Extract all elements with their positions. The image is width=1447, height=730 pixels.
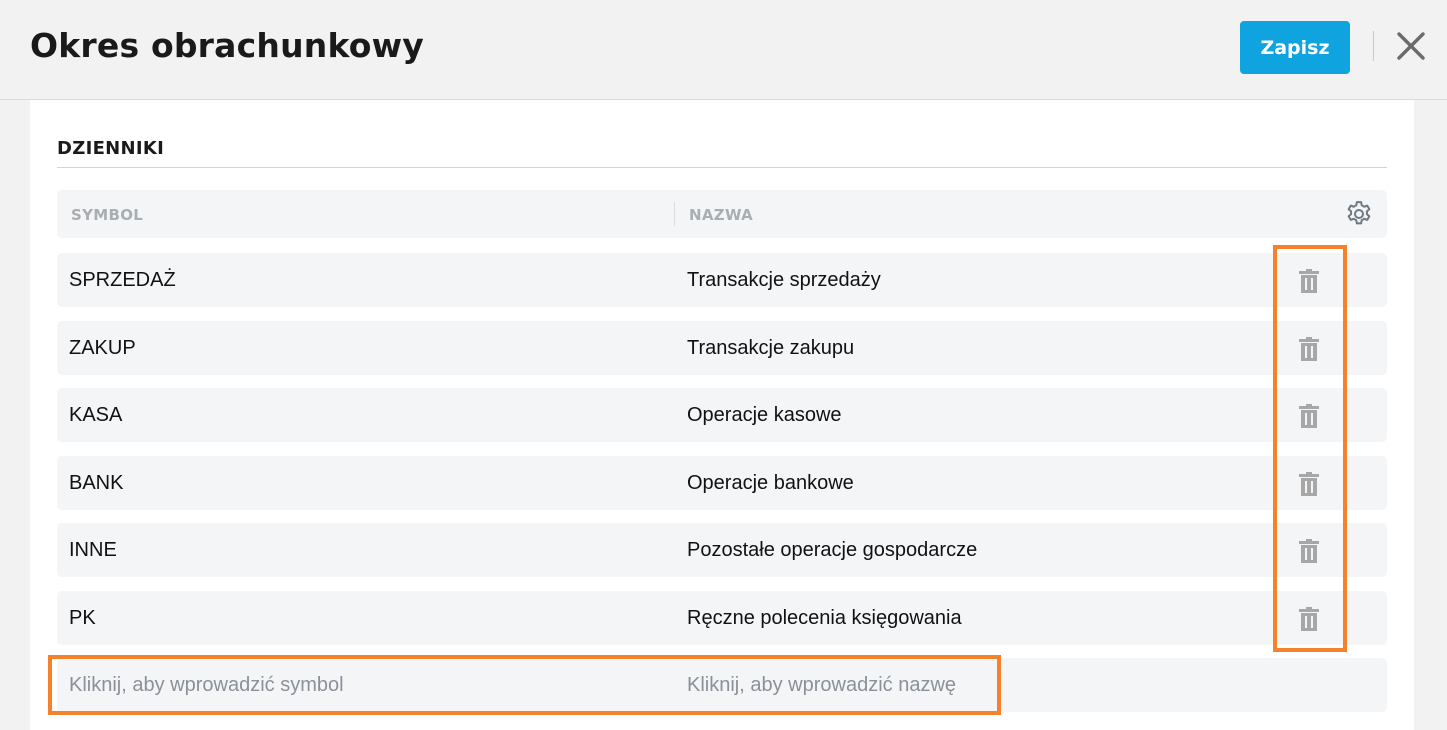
dialog-header: Okres obrachunkowy Zapisz: [0, 0, 1447, 100]
cell-nazwa[interactable]: Operacje bankowe: [687, 472, 854, 495]
cell-symbol[interactable]: SPRZEDAŻ: [69, 269, 176, 292]
cell-symbol[interactable]: KASA: [69, 404, 122, 427]
cell-nazwa[interactable]: Ręczne polecenia księgowania: [687, 607, 962, 630]
cell-nazwa[interactable]: Pozostałe operacje gospodarcze: [687, 539, 977, 562]
section-title: DZIENNIKI: [57, 138, 165, 159]
trash-icon[interactable]: [1297, 538, 1321, 564]
trash-icon[interactable]: [1297, 403, 1321, 429]
trash-icon[interactable]: [1297, 471, 1321, 497]
cell-symbol[interactable]: BANK: [69, 472, 123, 495]
column-header-symbol[interactable]: SYMBOL: [71, 206, 143, 224]
section-divider: [57, 167, 1387, 168]
cell-nazwa[interactable]: Transakcje sprzedaży: [687, 269, 881, 292]
trash-icon[interactable]: [1297, 336, 1321, 362]
table-header: SYMBOL NAZWA: [57, 190, 1387, 238]
table-row[interactable]: ZAKUP Transakcje zakupu: [57, 321, 1387, 375]
save-button[interactable]: Zapisz: [1240, 21, 1350, 74]
cell-symbol[interactable]: INNE: [69, 539, 117, 562]
table-row[interactable]: INNE Pozostałe operacje gospodarcze: [57, 523, 1387, 577]
cell-symbol[interactable]: PK: [69, 607, 96, 630]
trash-icon[interactable]: [1297, 606, 1321, 632]
new-symbol-input[interactable]: Kliknij, aby wprowadzić symbol: [69, 674, 344, 697]
cell-nazwa[interactable]: Transakcje zakupu: [687, 337, 854, 360]
cell-nazwa[interactable]: Operacje kasowe: [687, 404, 842, 427]
cell-symbol[interactable]: ZAKUP: [69, 337, 136, 360]
trash-icon[interactable]: [1297, 268, 1321, 294]
page-title: Okres obrachunkowy: [30, 26, 424, 65]
header-divider: [1373, 31, 1374, 61]
new-row[interactable]: Kliknij, aby wprowadzić symbol Kliknij, …: [57, 658, 1387, 712]
close-icon[interactable]: [1393, 28, 1429, 64]
table-row[interactable]: PK Ręczne polecenia księgowania: [57, 591, 1387, 645]
column-divider[interactable]: [674, 202, 675, 226]
table-row[interactable]: KASA Operacje kasowe: [57, 388, 1387, 442]
new-nazwa-input[interactable]: Kliknij, aby wprowadzić nazwę: [687, 674, 956, 697]
column-header-nazwa[interactable]: NAZWA: [689, 206, 753, 224]
journals-panel: DZIENNIKI SYMBOL NAZWA SPRZEDAŻ Transakc…: [30, 100, 1414, 730]
table-row[interactable]: BANK Operacje bankowe: [57, 456, 1387, 510]
gear-icon[interactable]: [1343, 198, 1375, 230]
table-row[interactable]: SPRZEDAŻ Transakcje sprzedaży: [57, 253, 1387, 307]
